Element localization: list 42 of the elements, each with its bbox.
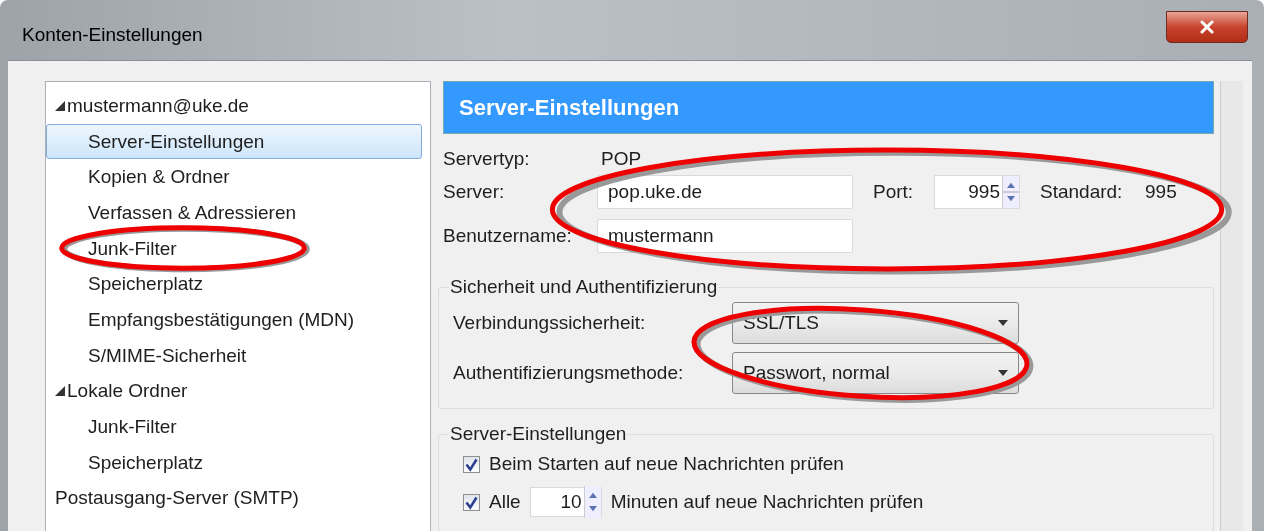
- tree-item[interactable]: Lokale Ordner: [46, 373, 422, 410]
- dropdown[interactable]: Passwort, normal: [732, 352, 1019, 394]
- tree-item[interactable]: Junk-Filter: [46, 409, 422, 445]
- port-spinner[interactable]: 995: [934, 175, 1020, 209]
- server-type-label: Servertyp:: [443, 148, 531, 170]
- tree-item[interactable]: Server-Einstellungen: [46, 123, 422, 160]
- tree-item[interactable]: mustermann@uke.de: [46, 88, 422, 124]
- expanded-triangle-icon[interactable]: [55, 100, 65, 111]
- window-title: Konten-Einstellungen: [22, 24, 203, 46]
- group-legend: Server-Einstellungen: [449, 423, 628, 445]
- expanded-triangle-icon[interactable]: [55, 386, 65, 397]
- default-port-label: Standard:: [1040, 181, 1124, 203]
- default-port-value: 995: [1145, 181, 1177, 203]
- tree-item[interactable]: Speicherplatz: [46, 266, 422, 303]
- checkbox-label: Beim Starten auf neue Nachrichten prüfen: [489, 453, 844, 475]
- dropdown-label: Verbindungssicherheit:: [453, 312, 646, 333]
- close-button[interactable]: [1166, 11, 1248, 43]
- tree-item[interactable]: Empfangsbestätigungen (MDN): [46, 302, 422, 338]
- username-label: Benutzername:: [443, 225, 572, 246]
- checkbox[interactable]: [463, 455, 480, 473]
- server-type-value: POP: [601, 148, 642, 170]
- section-header: Server-Einstellungen: [443, 81, 1214, 134]
- tree-item[interactable]: Verfassen & Adressieren: [46, 195, 422, 231]
- caret-icon: [998, 370, 1008, 376]
- tree-item[interactable]: Junk-Filter: [46, 230, 422, 267]
- close-icon: [1199, 20, 1215, 34]
- username-field[interactable]: mustermann: [597, 219, 853, 253]
- server-field[interactable]: pop.uke.de: [597, 175, 853, 209]
- server-label: Server:: [443, 181, 505, 202]
- port-label: Port:: [873, 181, 914, 202]
- tree-item[interactable]: Speicherplatz: [46, 444, 422, 481]
- tree-item[interactable]: Postausgang-Server (SMTP): [46, 480, 422, 517]
- checkbox-label: Alle: [489, 491, 521, 513]
- tree-item[interactable]: S/MIME-Sicherheit: [46, 337, 422, 374]
- caret-icon: [998, 320, 1008, 326]
- tree-item[interactable]: Kopien & Ordner: [46, 159, 422, 196]
- scrollbar[interactable]: [1220, 81, 1243, 531]
- interval-label: Minuten auf neue Nachrichten prüfen: [610, 491, 924, 513]
- group-legend: Sicherheit und Authentifizierung: [449, 276, 719, 298]
- dropdown-label: Authentifizierungsmethode:: [453, 362, 684, 383]
- interval-spinner[interactable]: 10: [529, 487, 602, 517]
- checkbox[interactable]: [463, 493, 480, 511]
